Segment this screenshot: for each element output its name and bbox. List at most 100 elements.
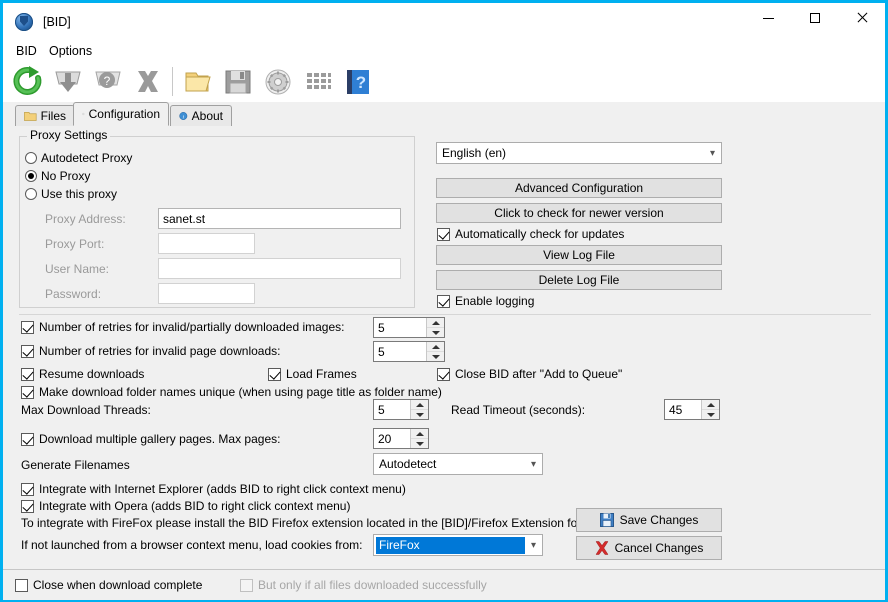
info-icon: i xyxy=(179,112,188,120)
configuration-panel: Proxy Settings Autodetect Proxy No Proxy… xyxy=(3,126,885,569)
folder-icon xyxy=(24,112,37,121)
triangle-up-icon xyxy=(415,402,424,407)
check-newer-version-button[interactable]: Click to check for newer version xyxy=(436,203,722,223)
radio-use-this-proxy[interactable]: Use this proxy xyxy=(25,187,117,201)
gear-disc-icon[interactable] xyxy=(261,65,295,98)
integrate-ie-label: Integrate with Internet Explorer (adds B… xyxy=(39,482,406,496)
proxy-address-label: Proxy Address: xyxy=(45,212,126,226)
retries-pages-checkbox[interactable]: Number of retries for invalid page downl… xyxy=(21,344,280,358)
retries-images-value: 5 xyxy=(378,320,385,335)
read-timeout-stepper[interactable]: 45 xyxy=(664,399,720,420)
retries-pages-stepper[interactable]: 5 xyxy=(373,341,445,362)
stepper-down-button[interactable] xyxy=(411,438,428,448)
grid-icon[interactable] xyxy=(301,65,335,98)
language-select[interactable]: English (en) ▾ xyxy=(436,142,722,164)
cancel-x-icon[interactable] xyxy=(131,65,165,98)
advanced-configuration-button[interactable]: Advanced Configuration xyxy=(436,178,722,198)
checkbox-icon xyxy=(240,578,253,592)
stepper-down-button[interactable] xyxy=(411,409,428,419)
close-when-complete-label: Close when download complete xyxy=(33,578,203,592)
triangle-up-icon xyxy=(415,431,424,436)
cancel-changes-button[interactable]: Cancel Changes xyxy=(576,536,722,560)
delete-log-file-button[interactable]: Delete Log File xyxy=(436,270,722,290)
red-x-icon xyxy=(595,541,609,555)
multiple-gallery-checkbox[interactable]: Download multiple gallery pages. Max pag… xyxy=(21,432,280,446)
stepper-up-button[interactable] xyxy=(702,400,719,409)
save-floppy-icon[interactable] xyxy=(221,65,255,98)
proxy-settings-title: Proxy Settings xyxy=(27,128,111,142)
close-when-complete-checkbox[interactable]: Close when download complete xyxy=(15,578,202,592)
radio-no-proxy[interactable]: No Proxy xyxy=(25,169,90,183)
unique-folder-names-checkbox[interactable]: Make download folder names unique (when … xyxy=(21,385,442,399)
folder-icon[interactable] xyxy=(181,65,215,98)
load-cookies-select[interactable]: FireFox ▾ xyxy=(373,534,543,556)
stepper-buttons xyxy=(426,342,444,361)
stepper-up-button[interactable] xyxy=(427,342,444,351)
save-floppy-icon xyxy=(599,513,614,527)
load-frames-checkbox[interactable]: Load Frames xyxy=(268,367,357,381)
max-threads-stepper[interactable]: 5 xyxy=(373,399,429,420)
save-changes-label: Save Changes xyxy=(619,513,699,527)
checkbox-icon xyxy=(21,385,34,399)
menu-item-bid[interactable]: BID xyxy=(11,43,42,59)
resume-downloads-label: Resume downloads xyxy=(39,367,145,381)
minimize-button[interactable] xyxy=(745,3,791,33)
refresh-icon[interactable] xyxy=(11,65,45,98)
password-input[interactable] xyxy=(158,283,255,304)
chevron-down-icon: ▾ xyxy=(709,147,716,159)
view-log-file-button[interactable]: View Log File xyxy=(436,245,722,265)
enable-logging-checkbox[interactable]: Enable logging xyxy=(437,294,534,308)
enable-logging-label: Enable logging xyxy=(455,294,535,308)
user-name-input[interactable] xyxy=(158,258,401,279)
auto-check-updates-checkbox[interactable]: Automatically check for updates xyxy=(437,227,624,241)
stepper-down-button[interactable] xyxy=(702,409,719,419)
integrate-ie-checkbox[interactable]: Integrate with Internet Explorer (adds B… xyxy=(21,482,406,496)
stepper-down-button[interactable] xyxy=(427,327,444,337)
proxy-port-input[interactable] xyxy=(158,233,255,254)
resume-downloads-checkbox[interactable]: Resume downloads xyxy=(21,367,144,381)
tab-files[interactable]: Files xyxy=(15,105,75,126)
menu-item-options[interactable]: Options xyxy=(44,43,97,59)
check-newer-version-label: Click to check for newer version xyxy=(494,206,664,220)
help-disk-icon[interactable]: ? xyxy=(91,65,125,98)
proxy-address-input[interactable] xyxy=(158,208,401,229)
cancel-changes-label: Cancel Changes xyxy=(614,541,704,555)
triangle-down-icon xyxy=(431,330,440,335)
integrate-opera-label: Integrate with Opera (adds BID to right … xyxy=(39,499,351,513)
generate-filenames-select[interactable]: Autodetect ▾ xyxy=(373,453,543,475)
integrate-opera-checkbox[interactable]: Integrate with Opera (adds BID to right … xyxy=(21,499,350,513)
chevron-down-icon: ▾ xyxy=(530,539,537,551)
tab-configuration[interactable]: Configuration xyxy=(73,102,169,126)
triangle-up-icon xyxy=(431,344,440,349)
retries-images-checkbox[interactable]: Number of retries for invalid/partially … xyxy=(21,320,344,334)
only-if-success-label: But only if all files downloaded success… xyxy=(258,578,487,592)
tab-about[interactable]: i About xyxy=(170,105,232,126)
title-bar: [BID] xyxy=(3,3,885,41)
auto-check-updates-label: Automatically check for updates xyxy=(455,227,625,241)
maximize-button[interactable] xyxy=(792,3,838,33)
close-button[interactable] xyxy=(839,3,885,33)
checkbox-icon xyxy=(437,367,450,381)
bid-main-window: [BID] BID Options ? ? Files Configuratio… xyxy=(2,2,886,600)
stepper-up-button[interactable] xyxy=(427,318,444,327)
stepper-up-button[interactable] xyxy=(411,400,428,409)
view-log-file-label: View Log File xyxy=(543,248,615,262)
stepper-up-button[interactable] xyxy=(411,429,428,438)
close-after-queue-checkbox[interactable]: Close BID after "Add to Queue" xyxy=(437,367,622,381)
radio-autodetect-proxy[interactable]: Autodetect Proxy xyxy=(25,151,132,165)
help-book-icon[interactable]: ? xyxy=(341,65,375,98)
download-icon[interactable] xyxy=(51,65,85,98)
radio-autodetect-proxy-label: Autodetect Proxy xyxy=(41,151,133,165)
max-threads-label: Max Download Threads: xyxy=(21,403,151,417)
max-pages-stepper[interactable]: 20 xyxy=(373,428,429,449)
save-changes-button[interactable]: Save Changes xyxy=(576,508,722,532)
checkbox-icon xyxy=(21,367,34,381)
proxy-port-label: Proxy Port: xyxy=(45,237,105,251)
stepper-down-button[interactable] xyxy=(427,351,444,361)
unique-folder-names-label: Make download folder names unique (when … xyxy=(39,385,442,399)
retries-images-stepper[interactable]: 5 xyxy=(373,317,445,338)
radio-use-this-proxy-label: Use this proxy xyxy=(41,187,118,201)
stepper-buttons xyxy=(426,318,444,337)
max-threads-value: 5 xyxy=(378,402,385,417)
language-select-value: English (en) xyxy=(442,146,507,160)
